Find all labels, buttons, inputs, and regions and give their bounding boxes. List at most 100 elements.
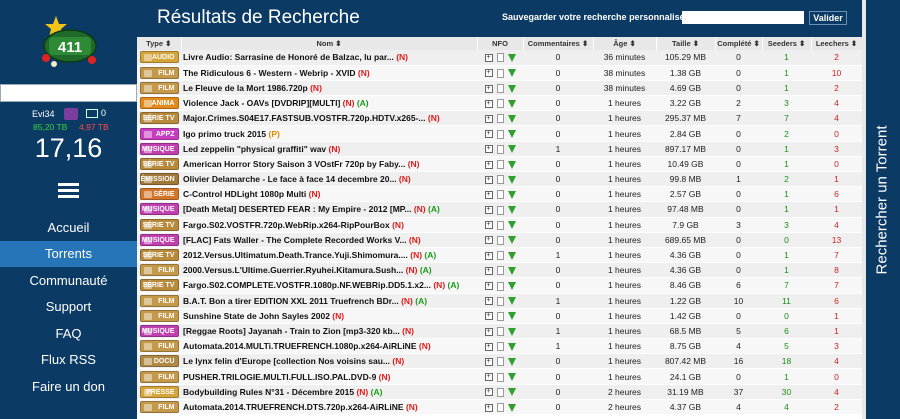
download-icon[interactable] <box>507 251 516 260</box>
nfo-icon[interactable] <box>496 266 504 276</box>
category-badge[interactable]: PRESSE <box>139 385 179 398</box>
table-row[interactable]: FILM The Ridiculous 6 - Western - Webrip … <box>137 65 862 81</box>
expand-icon[interactable]: + <box>484 206 493 215</box>
category-badge[interactable]: FILM <box>139 264 179 277</box>
mail-icon[interactable] <box>86 109 98 118</box>
table-row[interactable]: FILM B.A.T. Bon a tirer EDITION XXL 2011 … <box>137 293 862 309</box>
download-icon[interactable] <box>507 175 516 184</box>
download-icon[interactable] <box>507 221 516 230</box>
category-badge[interactable]: FILM <box>139 370 179 383</box>
torrent-name-link[interactable]: Le lynx felin d'Europe [collection Nos v… <box>183 356 390 366</box>
table-row[interactable]: ANIMA Violence Jack - OAVs [DVDRIP][MULTI… <box>137 95 862 111</box>
sidebar-search-input[interactable] <box>0 84 137 102</box>
category-badge[interactable]: FILM <box>139 66 179 79</box>
column-header-7[interactable]: Complété ⬍ <box>715 37 763 50</box>
expand-icon[interactable]: + <box>484 266 493 275</box>
expand-icon[interactable]: + <box>484 342 493 351</box>
nfo-icon[interactable] <box>496 342 504 352</box>
download-icon[interactable] <box>507 357 516 366</box>
table-row[interactable]: APPZ Igo primo truck 2015 (P) +0 1 heures 2.… <box>137 125 862 142</box>
torrent-name-link[interactable]: Led zeppelin "physical graffiti" wav <box>183 144 326 154</box>
download-icon[interactable] <box>507 53 516 62</box>
expand-icon[interactable]: + <box>484 69 493 78</box>
torrent-name-link[interactable]: B.A.T. Bon a tirer EDITION XXL 2011 True… <box>183 296 399 306</box>
nfo-icon[interactable] <box>496 68 504 78</box>
expand-icon[interactable]: + <box>484 190 493 199</box>
table-row[interactable]: SÉRIE TV 2012.Versus.Ultimatum.Death.Tran… <box>137 247 862 263</box>
nfo-icon[interactable] <box>496 53 504 63</box>
category-badge[interactable]: SÉRIE TV <box>139 157 179 170</box>
torrent-name-link[interactable]: 2000.Versus.L'Ultime.Guerrier.Ryuhei.Kit… <box>183 265 403 275</box>
nav-item-accueil[interactable]: Accueil <box>0 215 137 241</box>
download-icon[interactable] <box>507 373 516 382</box>
expand-icon[interactable]: + <box>484 297 493 306</box>
torrent-name-link[interactable]: Le Fleuve de la Mort 1986.720p <box>183 83 308 93</box>
nfo-icon[interactable] <box>496 129 504 139</box>
expand-icon[interactable]: + <box>484 160 493 169</box>
expand-icon[interactable]: + <box>484 114 493 123</box>
download-icon[interactable] <box>507 84 516 93</box>
nfo-icon[interactable] <box>496 403 504 413</box>
sort-icon[interactable]: ⬍ <box>751 39 759 48</box>
expand-icon[interactable]: + <box>484 357 493 366</box>
expand-icon[interactable]: + <box>484 236 493 245</box>
nfo-icon[interactable] <box>496 327 504 337</box>
table-row[interactable]: AUDIO Livre Audio: Sarrasine de Honoré de… <box>137 50 862 66</box>
expand-icon[interactable]: + <box>484 130 493 139</box>
nfo-icon[interactable] <box>496 296 504 306</box>
nav-item-communaut-[interactable]: Communauté <box>0 268 137 294</box>
search-torrent-panel[interactable]: Rechercher un Torrent <box>862 0 900 419</box>
nfo-icon[interactable] <box>496 175 504 185</box>
download-icon[interactable] <box>507 69 516 78</box>
torrent-name-link[interactable]: The Ridiculous 6 - Western - Webrip - XV… <box>183 68 356 78</box>
torrent-name-link[interactable]: 2012.Versus.Ultimatum.Death.Trance.Yuji.… <box>183 250 408 260</box>
sort-icon[interactable]: ⬍ <box>163 39 171 48</box>
nfo-icon[interactable] <box>496 99 504 109</box>
download-icon[interactable] <box>507 282 516 291</box>
category-badge[interactable]: FILM <box>139 340 179 353</box>
table-row[interactable]: FILM PUSHER.TRILOGIE.MULTI.FULL.ISO.PAL.D… <box>137 368 862 385</box>
category-badge[interactable]: MUSIQUE <box>139 142 179 155</box>
torrent-name-link[interactable]: Fargo.S02.COMPLETE.VOSTFR.1080p.NF.WEBRi… <box>183 280 431 290</box>
download-icon[interactable] <box>507 145 516 154</box>
category-badge[interactable]: FILM <box>139 294 179 307</box>
torrent-name-link[interactable]: [Reggae Roots] Jayanah - Train to Zion [… <box>183 326 400 336</box>
category-badge[interactable]: SÉRIE TV <box>139 112 179 125</box>
username[interactable]: Evi34 <box>32 109 55 119</box>
category-badge[interactable]: ANIMA <box>139 97 179 110</box>
torrent-name-link[interactable]: Fargo.S02.VOSTFR.720p.WebRip.x264-RipPou… <box>183 220 390 230</box>
nfo-icon[interactable] <box>496 387 504 397</box>
download-icon[interactable] <box>507 388 516 397</box>
table-row[interactable]: SÉRIE TV Major.Crimes.S04E17.FASTSUB.VOST… <box>137 110 862 126</box>
save-search-button[interactable]: Valider <box>809 11 847 25</box>
category-badge[interactable]: MUSIQUE <box>139 203 179 216</box>
expand-icon[interactable]: + <box>484 312 493 321</box>
table-row[interactable]: SÉRIE TV Fargo.S02.COMPLETE.VOSTFR.1080p.… <box>137 277 862 293</box>
table-row[interactable]: MUSIQUE Led zeppelin "physical graffiti" … <box>137 141 862 157</box>
download-icon[interactable] <box>507 403 516 412</box>
expand-icon[interactable]: + <box>484 403 493 412</box>
table-row[interactable]: SÉRIE TV Fargo.S02.VOSTFR.720p.WebRip.x26… <box>137 217 862 233</box>
nfo-icon[interactable] <box>496 311 504 321</box>
torrent-name-link[interactable]: Automata.2014.MULTi.TRUEFRENCH.1080p.x26… <box>183 341 417 351</box>
category-badge[interactable]: ÉMISSION <box>139 173 179 186</box>
download-icon[interactable] <box>507 130 516 139</box>
nfo-icon[interactable] <box>496 281 504 291</box>
expand-icon[interactable]: + <box>484 145 493 154</box>
category-badge[interactable]: SÉRIE <box>139 188 179 201</box>
expand-icon[interactable]: + <box>484 251 493 260</box>
save-search-input[interactable] <box>682 11 804 24</box>
download-icon[interactable] <box>507 342 516 351</box>
table-row[interactable]: FILM Le Fleuve de la Mort 1986.720p (N) +0… <box>137 80 862 96</box>
download-icon[interactable] <box>507 266 516 275</box>
category-badge[interactable]: FILM <box>139 309 179 322</box>
category-badge[interactable]: DOCU <box>139 355 179 368</box>
table-row[interactable]: MUSIQUE [Reggae Roots] Jayanah - Train to… <box>137 323 862 339</box>
column-header-5[interactable]: Âge ⬍ <box>593 37 657 50</box>
nfo-icon[interactable] <box>496 235 504 245</box>
category-badge[interactable]: MUSIQUE <box>139 233 179 246</box>
torrent-name-link[interactable]: Violence Jack - OAVs [DVDRIP][MULTI] <box>183 98 340 108</box>
site-logo[interactable]: 411 <box>40 14 100 70</box>
table-row[interactable]: FILM 2000.Versus.L'Ultime.Guerrier.Ryuhei… <box>137 262 862 278</box>
torrent-name-link[interactable]: Automata.2014.TRUEFRENCH.DTS.720p.x264-A… <box>183 402 404 412</box>
